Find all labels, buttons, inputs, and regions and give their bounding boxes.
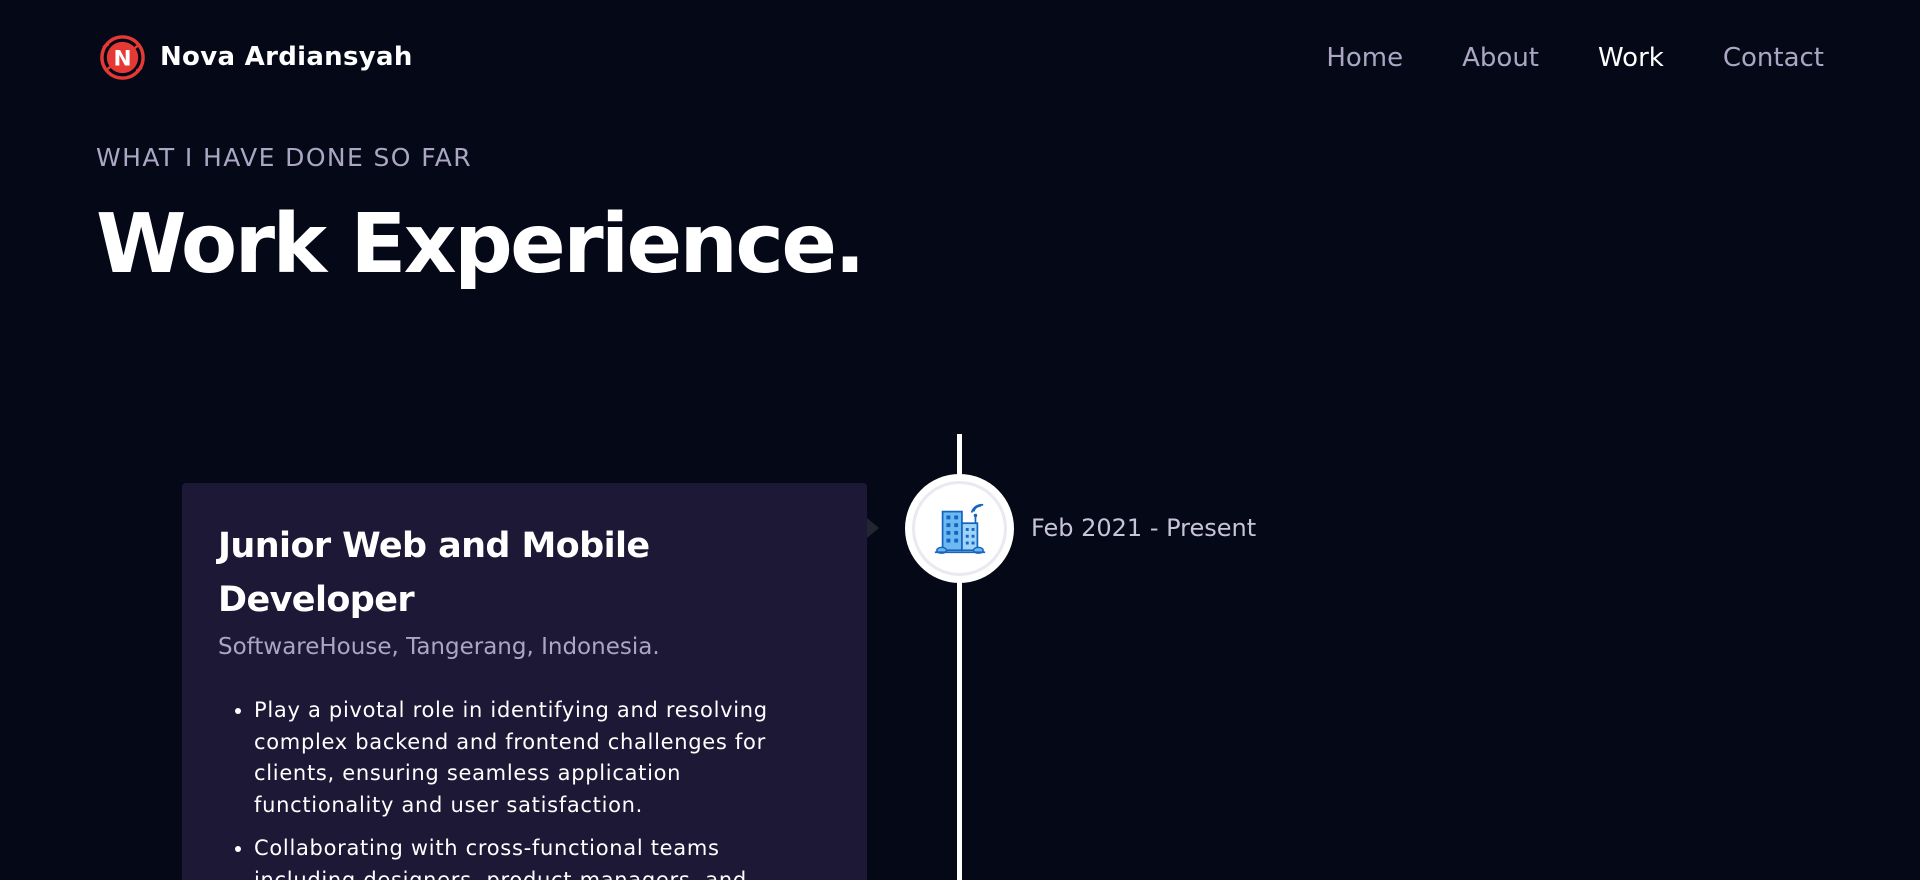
experience-point: Play a pivotal role in identifying and r… [254, 695, 794, 821]
nav-about-link[interactable]: About [1462, 38, 1539, 78]
experience-points: Play a pivotal role in identifying and r… [218, 695, 831, 880]
experience-role: Junior Web and Mobile Developer [218, 526, 650, 620]
timeline-icon-inner [912, 481, 1007, 576]
experience-point: Collaborating with cross-functional team… [254, 833, 794, 880]
timeline-icon-circle [909, 478, 1010, 579]
logo-letter: N [113, 46, 131, 71]
section-subtitle: What I have done so far [96, 143, 472, 172]
logo-icon: N [100, 34, 145, 80]
experience-date: Feb 2021 - Present [1031, 514, 1257, 542]
experience-company: SoftwareHouse, Tangerang, Indonesia. [218, 634, 660, 660]
nav-contact-link[interactable]: Contact [1723, 38, 1824, 78]
section-title: Work Experience. [96, 197, 866, 292]
brand-name: Nova Ardiansyah [160, 42, 413, 72]
nav-links: Home About Work Contact [1326, 38, 1824, 78]
nav-work-link[interactable]: Work [1598, 38, 1664, 78]
nav-home-link[interactable]: Home [1326, 38, 1403, 78]
navbar: N Nova Ardiansyah Home About Work Contac… [0, 0, 1920, 115]
experience-card: Junior Web and Mobile Developer Software… [182, 483, 867, 880]
office-building-icon [934, 503, 985, 554]
page: N Nova Ardiansyah Home About Work Contac… [0, 0, 1920, 880]
card-arrow [867, 518, 879, 538]
brand-home-link[interactable]: N Nova Ardiansyah [98, 33, 413, 81]
